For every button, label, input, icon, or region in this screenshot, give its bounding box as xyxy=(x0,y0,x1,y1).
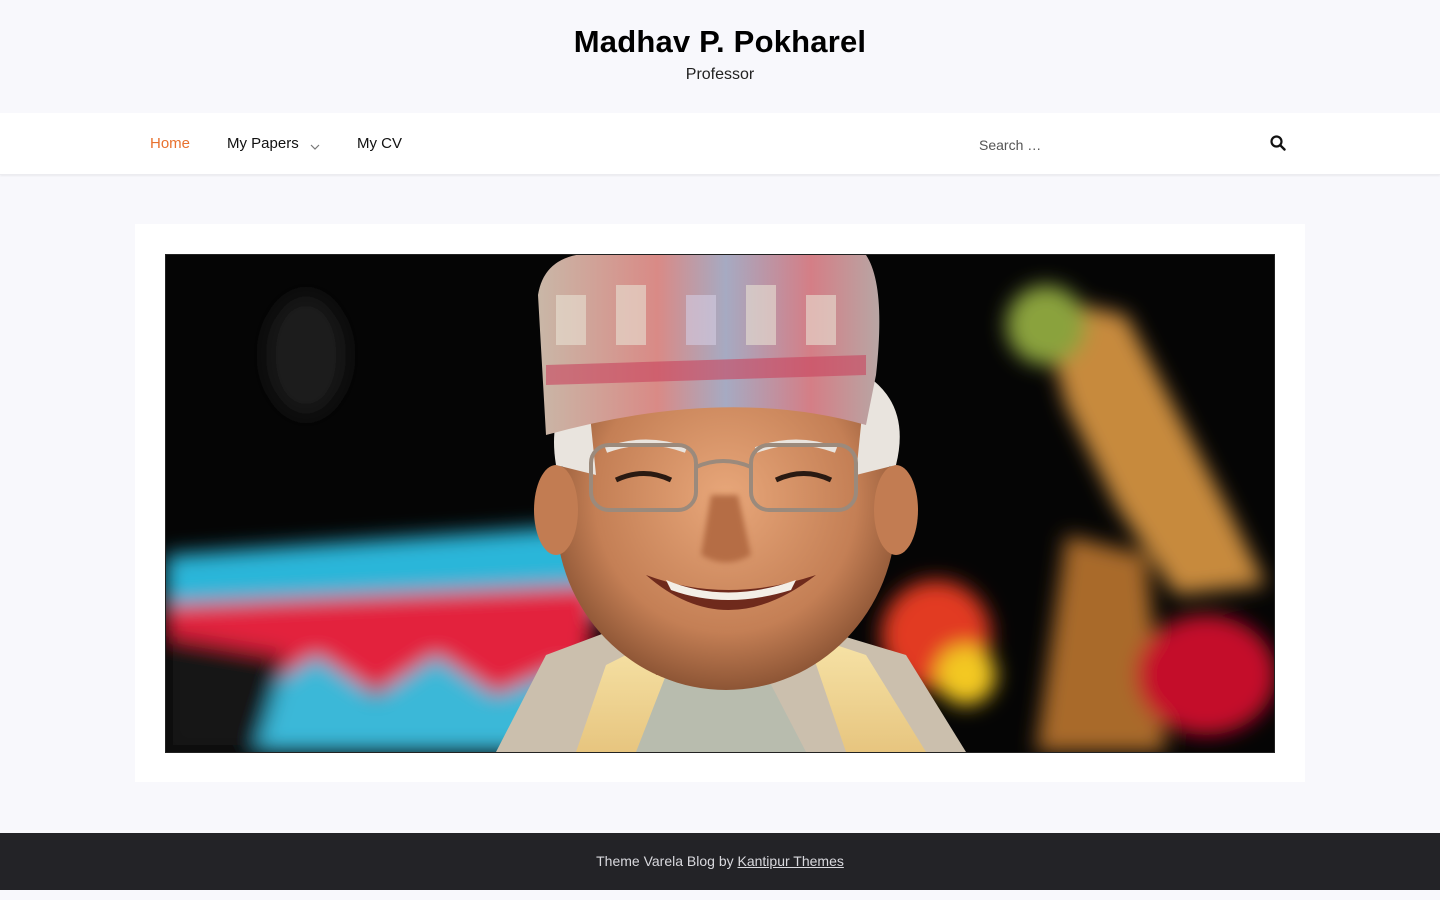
search-form xyxy=(968,129,1298,161)
site-tagline: Professor xyxy=(685,66,755,83)
nav-item-label: My Papers xyxy=(227,135,299,152)
nav-item-my-cv[interactable]: My CV xyxy=(357,133,402,155)
site-header: Madhav P. Pokharel Professor xyxy=(0,0,1440,113)
footer-theme-link[interactable]: Kantipur Themes xyxy=(738,853,844,869)
hero-portrait-image xyxy=(165,254,1275,753)
portrait-photo xyxy=(166,255,1274,752)
site-footer: Theme Varela Blog by Kantipur Themes xyxy=(0,833,1440,890)
chevron-down-icon xyxy=(309,138,321,150)
page-bottom-strip xyxy=(0,890,1440,900)
search-input[interactable] xyxy=(968,129,1258,161)
site-title[interactable]: Madhav P. Pokharel xyxy=(0,22,1440,62)
search-icon xyxy=(1270,134,1286,156)
footer-credit-text: Theme Varela Blog by xyxy=(596,853,738,869)
search-button[interactable] xyxy=(1264,131,1292,159)
nav-item-label: My CV xyxy=(357,135,402,152)
content-card xyxy=(135,224,1305,782)
nav-item-home[interactable]: Home xyxy=(150,133,190,155)
nav-item-my-papers[interactable]: My Papers xyxy=(227,133,321,155)
nav-item-label: Home xyxy=(150,135,191,152)
